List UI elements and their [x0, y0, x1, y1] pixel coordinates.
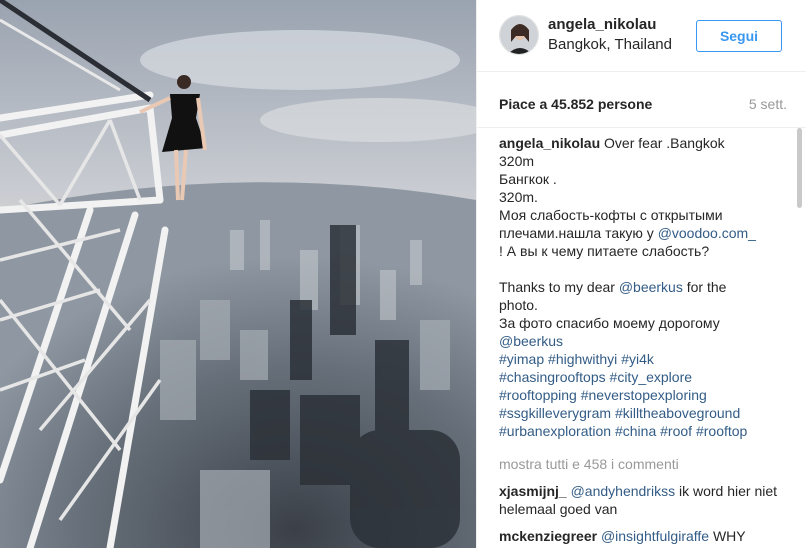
- caption-text: За фото спасибо моему дорогому: [499, 315, 720, 331]
- post-caption: angela_nikolau Over fear .Bangkok 320m Бан…: [499, 134, 789, 440]
- mention-link[interactable]: @beerkus: [619, 279, 683, 295]
- hashtag-link[interactable]: #ssgkilleverygram: [499, 405, 611, 421]
- hashtag-link[interactable]: #yimap: [499, 351, 544, 367]
- hashtag-link[interactable]: #china: [615, 423, 656, 439]
- caption-text: for the: [682, 279, 727, 295]
- caption-line: 320m: [499, 152, 789, 170]
- caption-line: angela_nikolau Over fear .Bangkok: [499, 134, 789, 152]
- caption-text: Thanks to my dear: [499, 279, 619, 295]
- caption-line: #ssgkilleverygram #killtheaboveground: [499, 404, 789, 422]
- comment-item: mckenziegreer @insightfulgiraffe WHY: [499, 527, 789, 545]
- post-photo[interactable]: [0, 0, 476, 548]
- follow-button[interactable]: Segui: [696, 20, 782, 52]
- likes-row: Piace a 45.852 persone 5 sett.: [477, 72, 806, 128]
- likes-count[interactable]: Piace a 45.852 persone: [499, 96, 652, 112]
- post-timestamp[interactable]: 5 sett.: [749, 96, 787, 112]
- hashtag-link[interactable]: #city_explore: [610, 369, 693, 385]
- hashtag-link[interactable]: #yi4k: [621, 351, 654, 367]
- avatar[interactable]: [499, 15, 539, 55]
- comment-author[interactable]: xjasmijnj_: [499, 483, 567, 499]
- caption-text: 320m: [499, 153, 535, 169]
- comment-thread: xjasmijnj_ @andyhendrikss ik word hier n…: [499, 482, 789, 545]
- caption-text: плечами.нашла такую у: [499, 225, 658, 241]
- comment-author[interactable]: mckenziegreer: [499, 528, 597, 544]
- view-all-comments-link[interactable]: mostra tutti e 458 i commenti: [499, 455, 789, 473]
- caption-line: За фото спасибо моему дорогому: [499, 314, 789, 332]
- comment-item: xjasmijnj_ @andyhendrikss ik word hier n…: [499, 482, 789, 518]
- caption-line: Бангкок .: [499, 170, 789, 188]
- hashtag-link[interactable]: #neverstopexploring: [581, 387, 707, 403]
- caption-line: #urbanexploration #china #roof #rooftop: [499, 422, 789, 440]
- caption-text: 320m.: [499, 189, 538, 205]
- caption-text: Моя слабость-кофты с открытыми: [499, 207, 723, 223]
- caption-text: Бангкок .: [499, 171, 557, 187]
- hashtag-link[interactable]: #killtheaboveground: [615, 405, 740, 421]
- comments-scrollbar[interactable]: [797, 128, 802, 208]
- hashtag-link[interactable]: #urbanexploration: [499, 423, 611, 439]
- mention-link[interactable]: @andyhendrikss: [571, 483, 676, 499]
- hashtag-link[interactable]: #roof: [660, 423, 692, 439]
- mention-link[interactable]: @beerkus: [499, 333, 563, 349]
- caption-author[interactable]: angela_nikolau: [499, 135, 600, 151]
- hashtag-link[interactable]: #rooftopping: [499, 387, 577, 403]
- header-location[interactable]: Bangkok, Thailand: [548, 36, 672, 53]
- caption-text: Over fear .Bangkok: [604, 135, 725, 151]
- post-header: angela_nikolau Bangkok, Thailand Segui: [477, 0, 806, 72]
- caption-line: 320m.: [499, 188, 789, 206]
- header-username[interactable]: angela_nikolau: [548, 16, 656, 33]
- caption-line: photo.: [499, 296, 789, 314]
- mention-link[interactable]: @voodoo.com_: [658, 225, 756, 241]
- hashtag-link[interactable]: #chasingrooftops: [499, 369, 606, 385]
- caption-line: ! А вы к чему питаете слабость?: [499, 242, 789, 260]
- caption-line: #chasingrooftops #city_explore: [499, 368, 789, 386]
- caption-line: Thanks to my dear @beerkus for the: [499, 278, 789, 296]
- comments-list: angela_nikolau Over fear .Bangkok 320m Бан…: [499, 134, 789, 548]
- comment-text: WHY: [709, 528, 746, 544]
- hashtag-link[interactable]: #highwithyi: [548, 351, 617, 367]
- caption-text: photo.: [499, 297, 538, 313]
- caption-line: Моя слабость-кофты с открытыми: [499, 206, 789, 224]
- caption-line: @beerkus: [499, 332, 789, 350]
- caption-line: плечами.нашла такую у @voodoo.com_: [499, 224, 789, 242]
- hashtag-link[interactable]: #rooftop: [696, 423, 747, 439]
- mention-link[interactable]: @insightfulgiraffe: [601, 528, 709, 544]
- caption-line: #yimap #highwithyi #yi4k: [499, 350, 789, 368]
- caption-text: ! А вы к чему питаете слабость?: [499, 243, 710, 259]
- post-sidebar: angela_nikolau Bangkok, Thailand Segui P…: [476, 0, 806, 548]
- caption-line: #rooftopping #neverstopexploring: [499, 386, 789, 404]
